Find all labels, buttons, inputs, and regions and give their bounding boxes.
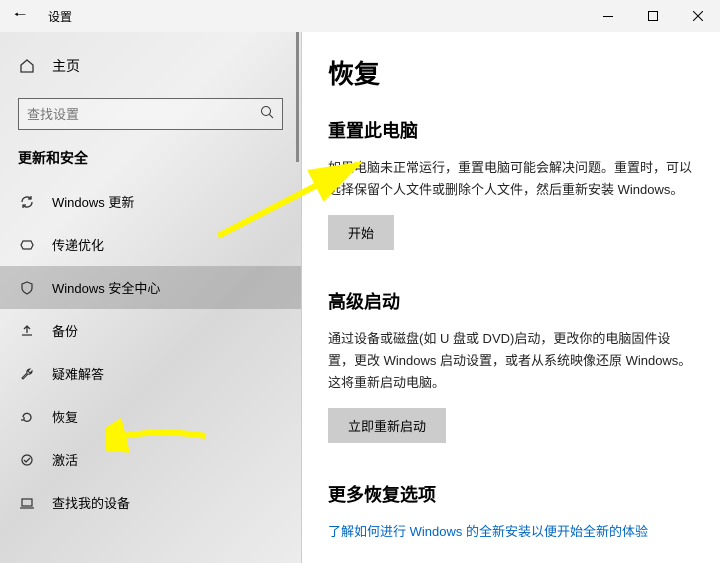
backup-icon xyxy=(18,322,36,340)
sidebar-item-label: 备份 xyxy=(52,321,78,340)
titlebar: 🠐 设置 xyxy=(0,0,720,32)
content-panel: 恢复 重置此电脑 如果电脑未正常运行，重置电脑可能会解决问题。重置时，可以选择保… xyxy=(302,32,720,563)
sidebar-item-security[interactable]: Windows 安全中心 xyxy=(0,266,301,309)
home-nav[interactable]: 主页 xyxy=(0,48,301,84)
search-icon xyxy=(260,105,274,124)
sidebar-item-backup[interactable]: 备份 xyxy=(0,309,301,352)
sidebar-item-label: 恢复 xyxy=(52,407,78,426)
arrow-left-icon: 🠐 xyxy=(14,4,26,28)
close-button[interactable] xyxy=(675,0,720,32)
recovery-icon xyxy=(18,408,36,426)
sidebar-item-label: Windows 安全中心 xyxy=(52,278,160,297)
minimize-button[interactable] xyxy=(585,0,630,32)
restart-now-button[interactable]: 立即重新启动 xyxy=(328,408,446,443)
activation-icon xyxy=(18,451,36,469)
sidebar-item-find-device[interactable]: 查找我的设备 xyxy=(0,481,301,524)
sidebar-item-recovery[interactable]: 恢复 xyxy=(0,395,301,438)
reset-start-button[interactable]: 开始 xyxy=(328,215,394,250)
fresh-install-link[interactable]: 了解如何进行 Windows 的全新安装以便开始全新的体验 xyxy=(328,521,694,540)
minimize-icon xyxy=(603,16,613,17)
more-heading: 更多恢复选项 xyxy=(328,481,694,507)
search-box[interactable] xyxy=(18,98,283,130)
advanced-description: 通过设备或磁盘(如 U 盘或 DVD)启动，更改你的电脑固件设置，更改 Wind… xyxy=(328,328,694,394)
window-controls xyxy=(585,0,720,32)
window-title: 设置 xyxy=(48,8,72,25)
reset-description: 如果电脑未正常运行，重置电脑可能会解决问题。重置时，可以选择保留个人文件或删除个… xyxy=(328,157,694,201)
sidebar-item-delivery[interactable]: 传递优化 xyxy=(0,223,301,266)
shield-icon xyxy=(18,279,36,297)
sidebar-item-label: Windows 更新 xyxy=(52,192,134,211)
wrench-icon xyxy=(18,365,36,383)
home-label: 主页 xyxy=(52,56,80,76)
delivery-icon xyxy=(18,236,36,254)
section-title: 更新和安全 xyxy=(0,148,301,180)
sidebar-item-label: 激活 xyxy=(52,450,78,469)
sync-icon xyxy=(18,193,36,211)
reset-heading: 重置此电脑 xyxy=(328,117,694,143)
back-button[interactable]: 🠐 xyxy=(0,0,40,32)
find-device-icon xyxy=(18,494,36,512)
close-icon xyxy=(693,11,703,21)
sidebar-item-label: 查找我的设备 xyxy=(52,493,130,512)
search-input[interactable] xyxy=(27,107,260,122)
home-icon xyxy=(18,57,36,75)
sidebar-item-activation[interactable]: 激活 xyxy=(0,438,301,481)
sidebar-item-troubleshoot[interactable]: 疑难解答 xyxy=(0,352,301,395)
advanced-heading: 高级启动 xyxy=(328,288,694,314)
page-heading: 恢复 xyxy=(328,54,694,91)
sidebar-item-label: 传递优化 xyxy=(52,235,104,254)
scrollbar[interactable] xyxy=(296,32,299,162)
sidebar-item-label: 疑难解答 xyxy=(52,364,104,383)
maximize-icon xyxy=(648,11,658,21)
sidebar-item-windows-update[interactable]: Windows 更新 xyxy=(0,180,301,223)
maximize-button[interactable] xyxy=(630,0,675,32)
sidebar: 主页 更新和安全 Windows 更新 传递优化 Windows 安全中 xyxy=(0,32,302,563)
